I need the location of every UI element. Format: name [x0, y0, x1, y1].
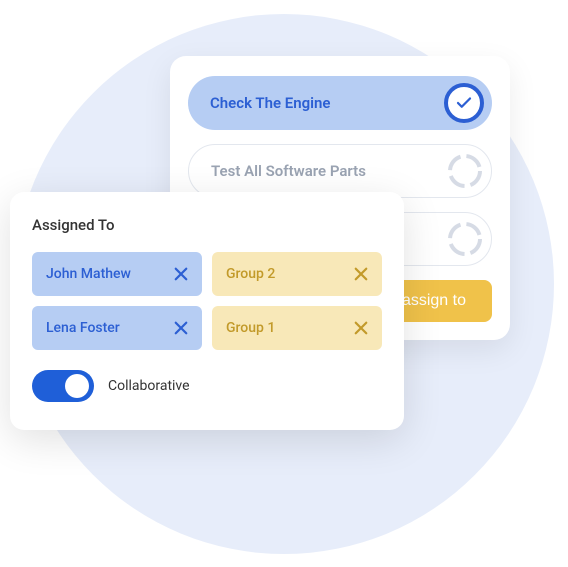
task-item[interactable]: Check The Engine [188, 76, 492, 130]
collaborative-row: Collaborative [32, 370, 382, 402]
collaborative-label: Collaborative [108, 378, 190, 394]
chip-label: Group 1 [226, 320, 275, 336]
assigned-to-title: Assigned To [32, 216, 382, 234]
close-icon[interactable] [350, 317, 372, 339]
check-circle-icon[interactable] [444, 83, 484, 123]
close-icon[interactable] [170, 317, 192, 339]
chip-label: John Mathew [46, 266, 131, 282]
task-item[interactable]: Test All Software Parts [188, 144, 492, 198]
close-icon[interactable] [350, 263, 372, 285]
group-chip: Group 2 [212, 252, 382, 296]
chip-label: Group 2 [226, 266, 275, 282]
close-icon[interactable] [170, 263, 192, 285]
group-chip: Group 1 [212, 306, 382, 350]
toggle-knob [65, 374, 89, 398]
person-chip: Lena Foster [32, 306, 202, 350]
assigned-to-card: Assigned To John Mathew Group 2 Lena Fos… [10, 192, 404, 430]
chip-grid: John Mathew Group 2 Lena Foster Group 1 [32, 252, 382, 350]
collaborative-toggle[interactable] [32, 370, 94, 402]
task-label: Test All Software Parts [211, 162, 366, 180]
person-chip: John Mathew [32, 252, 202, 296]
pending-circle-icon[interactable] [447, 221, 483, 257]
pending-circle-icon[interactable] [447, 153, 483, 189]
task-label: Check The Engine [210, 94, 330, 112]
chip-label: Lena Foster [46, 320, 120, 336]
